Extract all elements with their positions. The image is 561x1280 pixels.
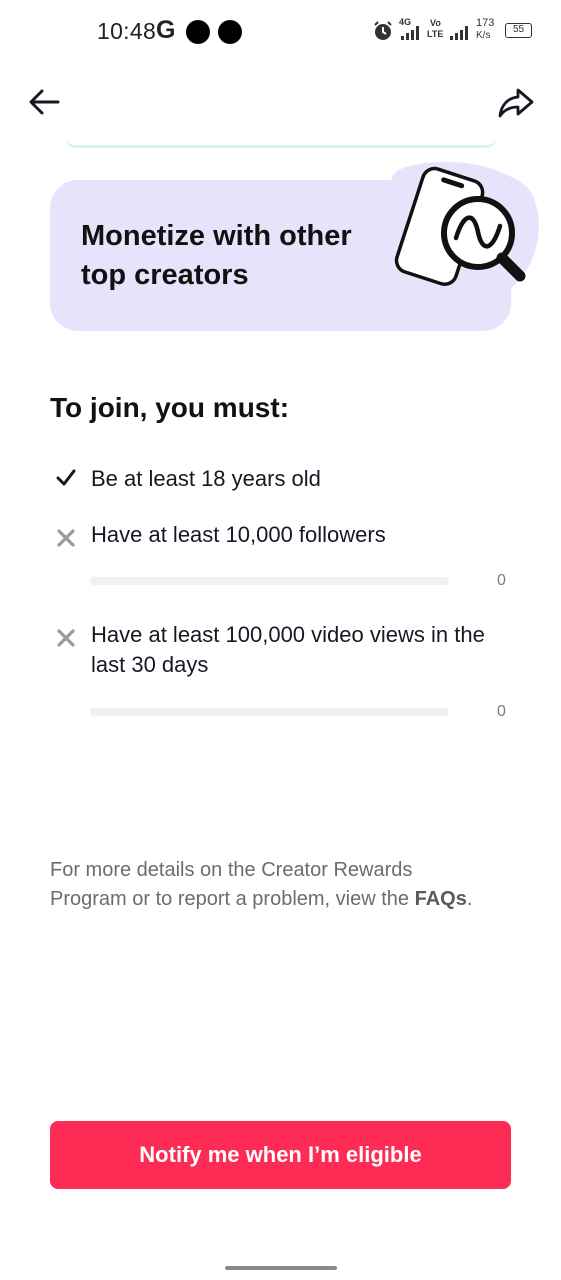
notification-dot-icon <box>186 20 210 44</box>
requirement-text: Have at least 10,000 followers <box>91 522 386 547</box>
status-time: 10:48 <box>97 18 157 44</box>
google-icon: G <box>156 16 176 44</box>
status-bar: 10:48 G 4G Vo LTE 173 K/s 55 <box>0 0 561 64</box>
followers-progress-bar <box>90 577 449 585</box>
notification-dot-icon <box>218 20 242 44</box>
volte-lte-label: LTE <box>427 29 444 39</box>
faq-link[interactable]: FAQs <box>415 888 467 910</box>
signal-icon-2 <box>450 26 468 40</box>
share-icon[interactable] <box>496 82 536 122</box>
signal-icon <box>401 26 419 40</box>
faq-note: For more details on the Creator Rewards … <box>50 856 480 913</box>
x-icon <box>57 629 75 647</box>
requirement-text: Have at least 100,000 video views in the… <box>91 622 485 677</box>
home-indicator[interactable] <box>225 1266 337 1270</box>
monetize-banner: Monetize with other top creators <box>50 161 539 331</box>
alarm-icon <box>374 21 392 40</box>
creator-rewards-requirements-screen: 10:48 G 4G Vo LTE 173 K/s 55 Monetize wi… <box>0 0 561 1280</box>
requirement-text: Be at least 18 years old <box>91 466 321 491</box>
phone-magnifier-graph-icon <box>385 161 539 301</box>
speed-unit: K/s <box>476 30 491 41</box>
faq-note-text: For more details on the Creator Rewards … <box>50 859 415 910</box>
banner-title: Monetize with other top creators <box>81 220 352 291</box>
faq-note-end: . <box>466 887 473 910</box>
notify-eligible-button[interactable]: Notify me when I’m eligible <box>50 1121 511 1189</box>
followers-count: 0 <box>497 572 506 589</box>
requirements-title: To join, you must: <box>50 392 290 423</box>
views-count: 0 <box>497 703 506 720</box>
speed-value: 173 <box>476 17 495 29</box>
scrolled-card-edge <box>66 138 496 148</box>
x-icon <box>57 529 75 547</box>
back-arrow-icon[interactable] <box>24 82 64 122</box>
battery-icon: 55 <box>505 23 532 38</box>
volte-label: Vo <box>430 18 441 28</box>
views-progress-bar <box>90 708 449 716</box>
check-icon <box>56 469 76 486</box>
